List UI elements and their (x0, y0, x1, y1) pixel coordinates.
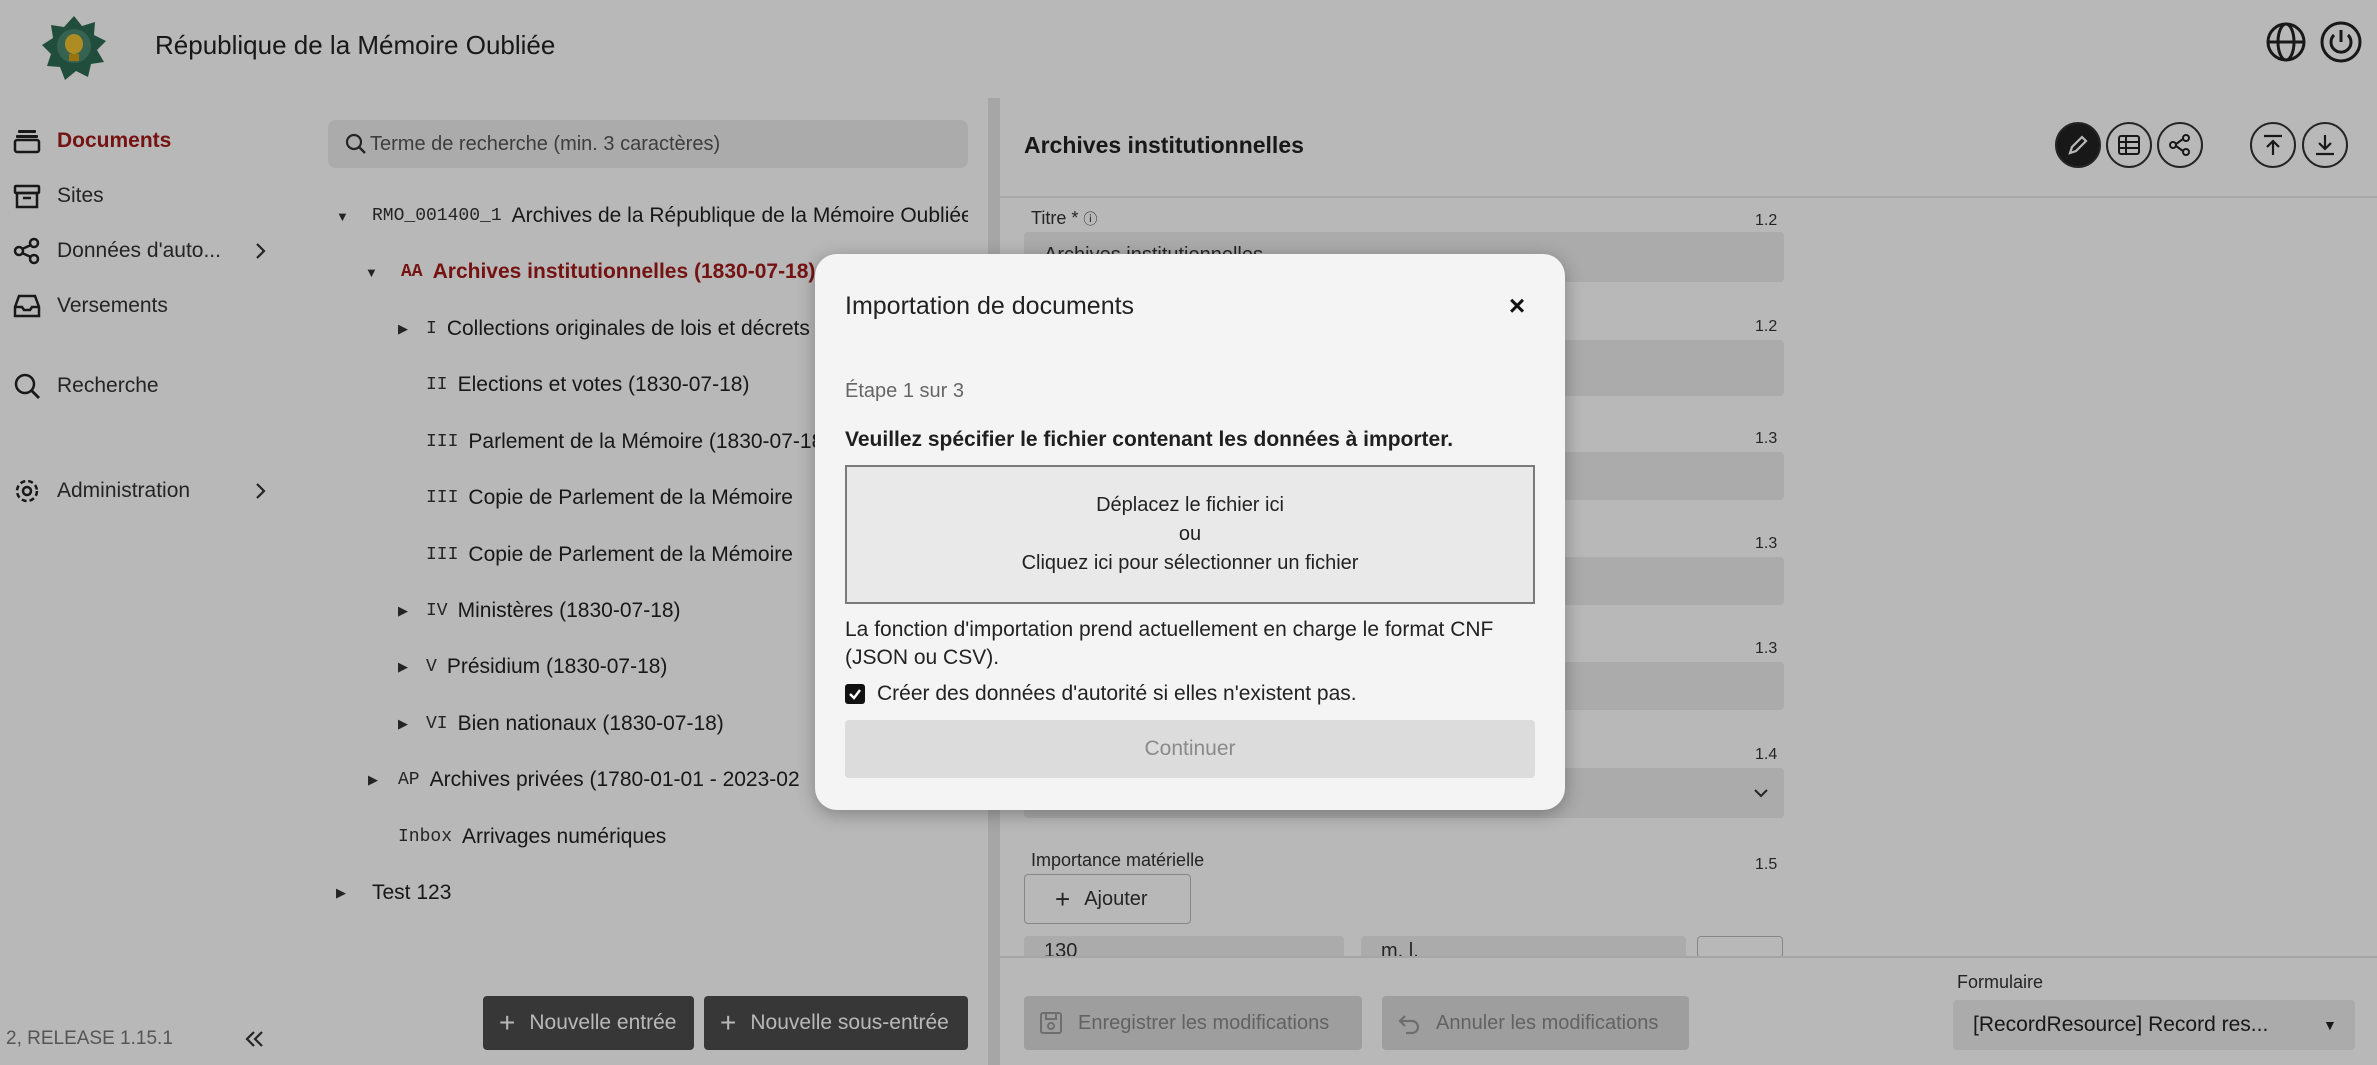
import-dialog: Importation de documents × Étape 1 sur 3… (815, 254, 1565, 810)
step-indicator: Étape 1 sur 3 (845, 380, 964, 402)
checkmark-icon (849, 689, 861, 700)
checkbox[interactable] (845, 684, 865, 704)
create-authority-checkbox-row[interactable]: Créer des données d'autorité si elles n'… (845, 682, 1357, 706)
instruction-text: Veuillez spécifier le fichier contenant … (845, 428, 1454, 451)
format-info: La fonction d'importation prend actuelle… (845, 618, 1494, 669)
dialog-title: Importation de documents (845, 292, 1135, 320)
app-root: République de la Mémoire Oubliée Documen… (0, 0, 2377, 1065)
file-dropzone[interactable]: Déplacez le fichier ici ou Cliquez ici p… (845, 465, 1535, 604)
close-icon[interactable]: × (1501, 290, 1533, 322)
continue-button[interactable]: Continuer (845, 720, 1535, 778)
